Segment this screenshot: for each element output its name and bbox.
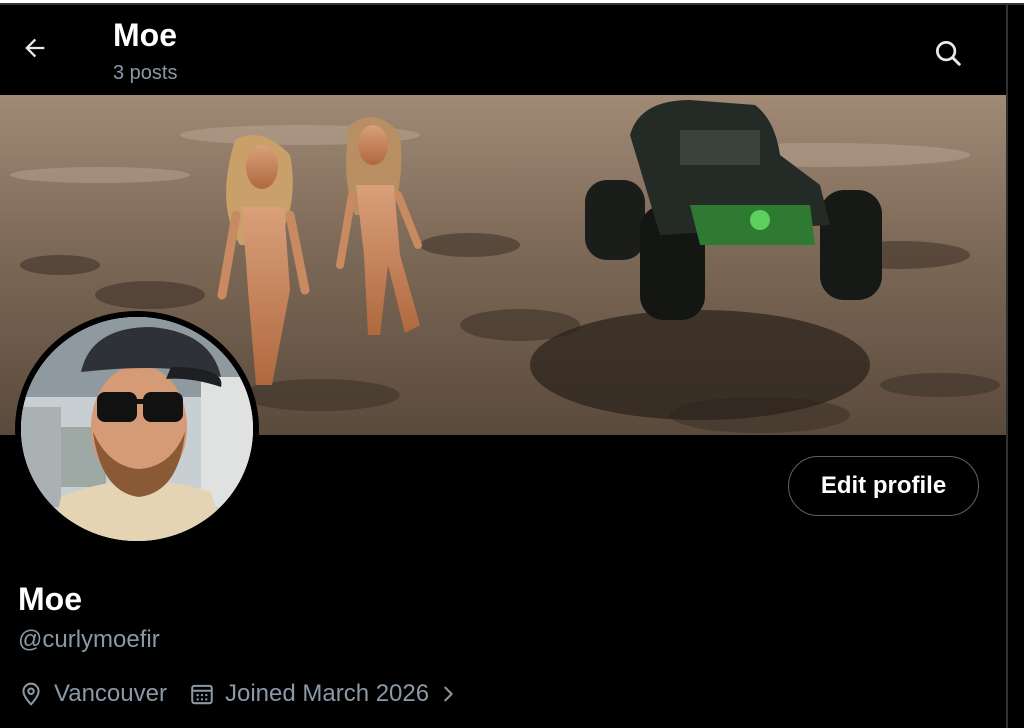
header-title-block: Moe 3 posts bbox=[113, 17, 177, 85]
avatar-frame[interactable] bbox=[15, 311, 259, 547]
joined-item[interactable]: Joined March 2026 bbox=[189, 680, 459, 708]
location-pin-icon bbox=[22, 682, 40, 706]
profile-meta-row: Vancouver Joined March 2026 bbox=[18, 676, 459, 712]
posts-count: 3 posts bbox=[113, 62, 178, 84]
search-button[interactable] bbox=[928, 33, 968, 73]
chevron-right-icon bbox=[444, 686, 453, 702]
profile-header-bar: Moe 3 posts bbox=[0, 5, 1006, 95]
calendar-icon bbox=[191, 684, 213, 705]
arrow-left-icon bbox=[25, 38, 45, 58]
location-item: Vancouver bbox=[18, 680, 167, 708]
back-button[interactable] bbox=[16, 29, 54, 67]
joined-text: Joined March 2026 bbox=[224, 680, 430, 707]
search-icon bbox=[936, 41, 961, 66]
header-title: Moe bbox=[113, 17, 177, 53]
avatar bbox=[21, 317, 253, 541]
profile-display-name: Moe bbox=[18, 581, 82, 617]
location-text: Vancouver bbox=[54, 680, 167, 707]
right-gutter bbox=[1008, 5, 1024, 728]
avatar-photo bbox=[21, 317, 253, 541]
profile-handle: @curlymoefir bbox=[18, 626, 160, 653]
edit-profile-button[interactable]: Edit profile bbox=[788, 456, 979, 516]
